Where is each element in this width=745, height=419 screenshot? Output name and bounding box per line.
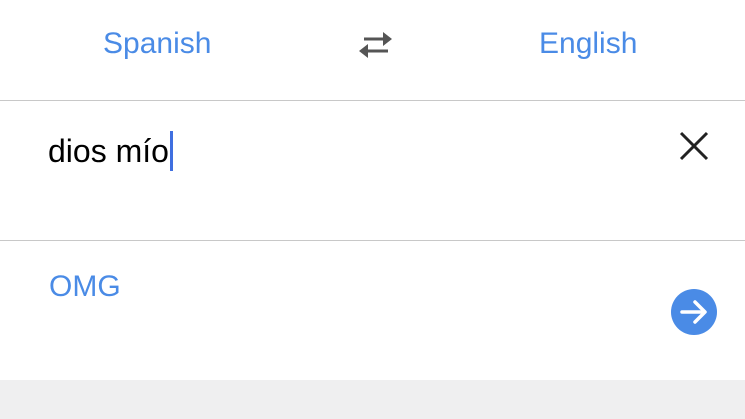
target-language-button[interactable]: English (539, 26, 637, 62)
bottom-panel (0, 380, 745, 419)
source-language-button[interactable]: Spanish (103, 26, 211, 62)
close-icon (679, 131, 709, 161)
clear-input-button[interactable] (678, 130, 710, 162)
input-value: dios mío (48, 133, 169, 169)
arrow-right-icon (680, 300, 707, 324)
translation-input[interactable]: dios mío (48, 131, 173, 171)
text-caret (169, 131, 173, 171)
swap-languages-button[interactable] (356, 28, 396, 62)
swap-arrows-icon (359, 32, 392, 58)
result-area: OMG (0, 241, 745, 380)
open-translation-button[interactable] (671, 289, 717, 335)
translation-result[interactable]: OMG (49, 269, 121, 305)
input-area[interactable]: dios mío (0, 101, 745, 241)
language-bar: Spanish English (0, 0, 745, 101)
